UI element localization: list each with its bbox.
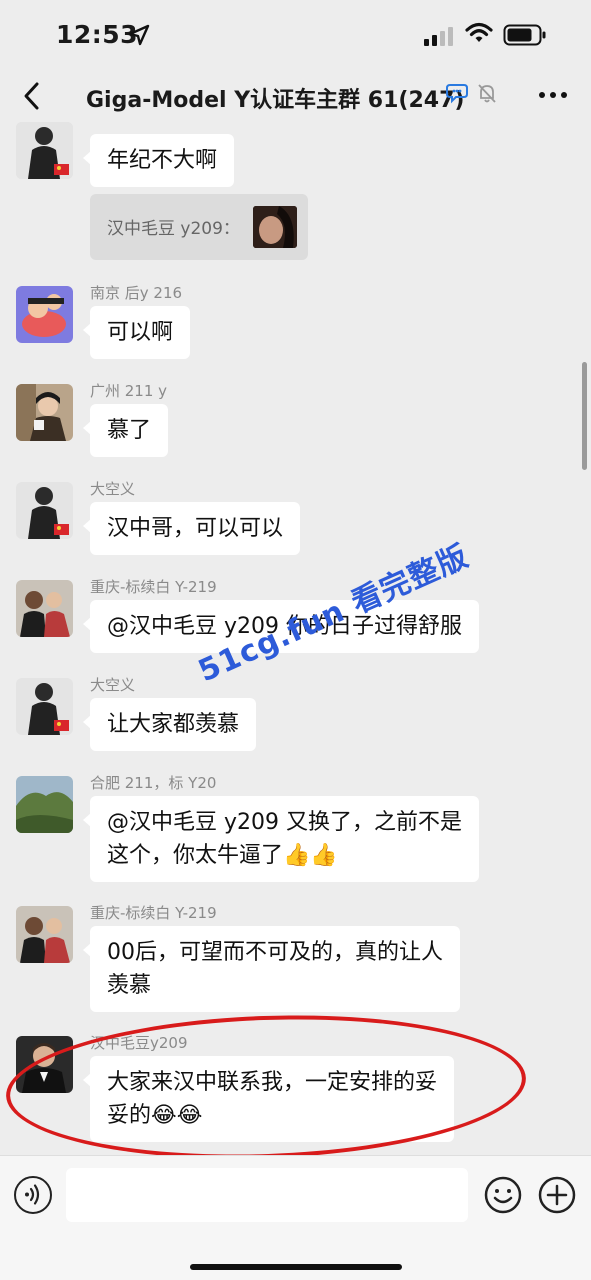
sender-name: 大空义	[90, 676, 136, 694]
battery-icon	[503, 24, 546, 46]
message-input[interactable]	[66, 1168, 468, 1222]
avatar[interactable]	[16, 384, 73, 441]
sender-name: 南京 后y 216	[90, 284, 183, 302]
cellular-signal-icon	[424, 27, 453, 46]
more-options-icon[interactable]	[538, 82, 568, 108]
avatar[interactable]	[16, 776, 73, 833]
sender-name: 合肥 211，标 Y20	[90, 774, 217, 792]
sender-name: 大空义	[90, 480, 136, 498]
status-bar: 12:53	[0, 0, 591, 70]
wifi-icon	[465, 22, 493, 42]
message-line: 00后，可望而不可及的，真的让人	[107, 940, 443, 965]
more-functions-button[interactable]	[538, 1176, 576, 1214]
emoji-button[interactable]	[484, 1176, 522, 1214]
sender-name: 广州 211 y	[90, 382, 168, 400]
location-arrow-icon	[128, 24, 150, 46]
back-button[interactable]	[18, 80, 46, 112]
message-bubble[interactable]: 让大家都羡慕	[82, 698, 257, 751]
scrollbar[interactable]	[582, 362, 587, 470]
nav-bar: Giga-Model Y认证车主群 61(247)	[0, 70, 591, 122]
mute-bell-icon	[478, 84, 496, 103]
avatar[interactable]	[16, 580, 73, 637]
avatar[interactable]	[16, 482, 73, 539]
input-bar	[0, 1155, 591, 1280]
message-bubble[interactable]: 年纪不大啊	[82, 134, 235, 187]
avatar[interactable]	[16, 906, 73, 963]
message-line: 羡慕	[107, 973, 152, 998]
message-line: 这个，你太牛逼了👍👍	[107, 843, 338, 868]
voice-icon	[25, 1184, 40, 1205]
avatar[interactable]	[16, 286, 73, 343]
sender-name: 重庆-标续白 Y-219	[90, 578, 217, 596]
quote-image-thumbnail	[253, 206, 297, 248]
status-time: 12:53	[56, 20, 139, 49]
message-bubble[interactable]: @汉中毛豆 y209 又换了，之前不是 这个，你太牛逼了👍👍	[83, 796, 479, 882]
chat-title: Giga-Model Y认证车主群 61(247)	[86, 88, 465, 113]
message-bubble[interactable]: 00后，可望而不可及的，真的让人 羡慕	[83, 926, 460, 1012]
home-indicator	[190, 1264, 402, 1270]
message-bubble[interactable]: 慕了	[82, 404, 169, 457]
message-bubble[interactable]: 汉中哥，可以可以	[82, 502, 301, 555]
avatar[interactable]	[16, 678, 73, 735]
sender-name: 重庆-标续白 Y-219	[90, 904, 217, 922]
message-line: @汉中毛豆 y209 又换了，之前不是	[107, 810, 462, 835]
quote-text: 汉中毛豆 y209：	[107, 219, 240, 239]
message-bubble[interactable]: 可以啊	[82, 306, 191, 359]
voice-input-button[interactable]	[14, 1176, 52, 1214]
group-chat-bubble-icon	[446, 84, 468, 104]
quoted-reply[interactable]: 汉中毛豆 y209：	[90, 194, 308, 260]
title-icons	[446, 82, 498, 104]
avatar[interactable]	[16, 122, 73, 179]
